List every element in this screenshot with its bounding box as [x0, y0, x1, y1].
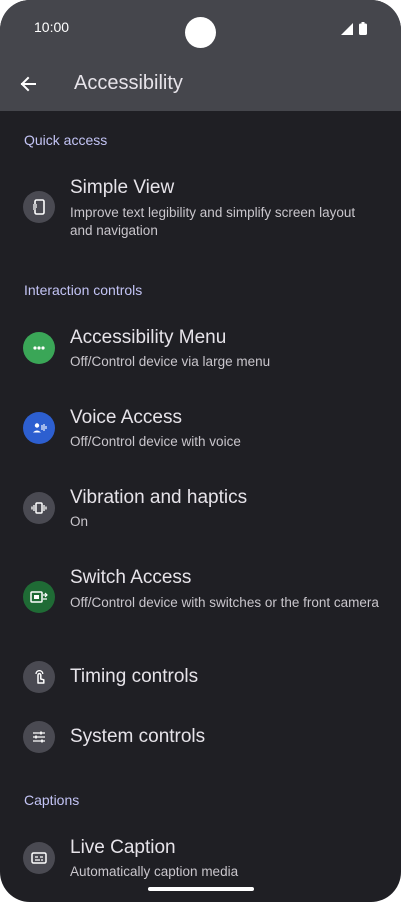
item-subtitle: Improve text legibility and simplify scr…: [70, 205, 356, 238]
item-title: Vibration and haptics: [70, 487, 248, 508]
signal-icon: [341, 22, 353, 35]
status-icons: [341, 22, 367, 35]
item-voice-access[interactable]: Voice Access Off/Control device with voi…: [0, 395, 401, 465]
item-title: Timing controls: [70, 666, 199, 687]
switch-access-icon: [23, 581, 55, 613]
back-button[interactable]: [12, 68, 44, 100]
touch-hand-icon: [23, 661, 55, 693]
voice-person-icon: [23, 412, 55, 444]
status-time: 10:00: [34, 19, 70, 35]
item-live-caption[interactable]: Live Caption Automatically caption media: [0, 825, 401, 895]
item-switch-access[interactable]: Switch Access Off/Control device with sw…: [0, 555, 401, 640]
item-subtitle: Off/Control device with switches or the …: [70, 595, 379, 610]
home-indicator[interactable]: [148, 887, 254, 891]
item-title: System controls: [70, 726, 206, 747]
item-system-controls[interactable]: System controls: [0, 710, 401, 764]
item-title: Voice Access: [70, 407, 182, 428]
item-simple-view[interactable]: Simple View Improve text legibility and …: [0, 165, 401, 250]
camera-cutout: [185, 17, 216, 48]
item-title: Simple View: [70, 177, 175, 198]
app-bar: 10:00 Accessibility: [0, 0, 401, 111]
item-title: Switch Access: [70, 567, 192, 588]
more-dots-icon: [23, 332, 55, 364]
item-accessibility-menu[interactable]: Accessibility Menu Off/Control device vi…: [0, 315, 401, 385]
phone-text-icon: [23, 191, 55, 223]
section-captions: Captions: [24, 792, 80, 808]
item-subtitle: Off/Control device via large menu: [70, 354, 271, 369]
section-interaction-controls: Interaction controls: [24, 282, 143, 298]
arrow-back-icon: [20, 76, 36, 92]
section-quick-access: Quick access: [24, 132, 108, 148]
item-vibration-haptics[interactable]: Vibration and haptics On: [0, 475, 401, 545]
phone-screen: 10:00 Accessibility Quick access Simple …: [0, 0, 401, 902]
item-subtitle: Off/Control device with voice: [70, 434, 241, 449]
item-subtitle: On: [70, 514, 89, 529]
item-subtitle: Automatically caption media: [70, 864, 239, 879]
vibration-icon: [23, 492, 55, 524]
item-title: Live Caption: [70, 837, 176, 858]
page-title: Accessibility: [74, 72, 183, 94]
item-title: Accessibility Menu: [70, 327, 227, 348]
item-timing-controls[interactable]: Timing controls: [0, 650, 401, 704]
battery-icon: [359, 22, 367, 35]
caption-icon: [23, 842, 55, 874]
sliders-icon: [23, 721, 55, 753]
